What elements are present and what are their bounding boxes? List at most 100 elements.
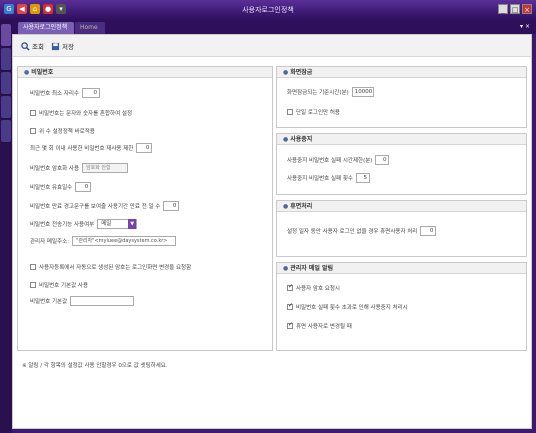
mail-item-row: 휴면 사용자로 변경될 때: [287, 321, 352, 330]
bullet-icon: ●: [283, 136, 289, 143]
tab-controls[interactable]: ▾ ×: [520, 23, 530, 30]
send-select[interactable]: 메일 ▼: [97, 219, 138, 229]
min-length-row: 비밀번호 최소 자리수 0: [30, 88, 101, 98]
user-lock-time-row: 사용중지 비밀번호 실패 시간제한(분) 0: [287, 155, 390, 165]
mail-item-checkbox[interactable]: [287, 302, 293, 310]
user-lock-time-label: 사용중지 비밀번호 실패 시간제한(분): [287, 158, 373, 164]
fail-count-row: 사용중지 비밀번호 실패 횟수 5: [287, 173, 370, 183]
expire-label: 비밀번호 유효일수: [30, 185, 73, 191]
close-button[interactable]: ×: [522, 4, 532, 14]
login-release-checkbox[interactable]: [287, 109, 293, 115]
send-select-value: 메일: [101, 221, 112, 227]
mix-checkbox[interactable]: [30, 110, 36, 116]
screen-lock-panel: ● 화면잠금 화면잠금되는 기준시간(분) 10000 단일 로그인만 허용: [276, 66, 527, 128]
reuse-label: 최근 몇 회 이내 사용한 비밀번호 재사용 제한: [30, 146, 134, 152]
mail-item-row: 비밀번호 실패 횟수 초과로 인해 사용중지 처리시: [287, 302, 408, 311]
tab-login-policy[interactable]: 사용자로그인정책 ×: [18, 22, 74, 43]
user-lock-title: 사용중지: [290, 136, 313, 143]
bullet-icon: ●: [283, 265, 289, 272]
mail-item-checkbox[interactable]: [287, 283, 293, 291]
window-title: 사용자로그인정책: [242, 6, 294, 14]
bullet-icon: ●: [283, 203, 289, 210]
expire-input[interactable]: 0: [75, 182, 92, 192]
default-value-label: 비밀번호 기본값: [30, 299, 68, 305]
bullet-icon: ●: [24, 69, 30, 76]
dormant-panel: ● 휴면처리 설정 일자 동안 사용자 로그인 없을 경우 휴면사용자 처리 0: [276, 200, 527, 257]
login-release-label: 단일 로그인만 허용: [296, 110, 340, 116]
default-row: 비밀번호 기본값 사용: [30, 281, 88, 289]
default-checkbox[interactable]: [30, 282, 36, 288]
reuse-row: 최근 몇 회 이내 사용한 비밀번호 재사용 제한 0: [30, 143, 153, 153]
screen-lock-title: 화면잠금: [290, 69, 313, 76]
login-release-row: 단일 로그인만 허용: [287, 108, 340, 116]
user-lock-header: ● 사용중지: [277, 134, 526, 145]
mail-item-label: 비밀번호 실패 횟수 초과로 인해 사용중지 처리시: [296, 305, 408, 311]
admin-mail-panel: ●관리자 메일 알림 사용자 암호 요청시 비밀번호 실패 횟수 초과로 인해 …: [276, 262, 527, 351]
tab-login-policy-label: 사용자로그인정책: [23, 24, 68, 31]
min-length-input[interactable]: 0: [82, 88, 101, 98]
mix-row: 비밀번호는 문자와 숫자를 혼합하여 설정: [30, 109, 132, 117]
default-value-row: 비밀번호 기본값: [30, 296, 135, 306]
search-icon: [21, 41, 30, 51]
left-side-strip: [0, 20, 12, 433]
notice-days-input[interactable]: 0: [163, 201, 180, 211]
expire-row: 비밀번호 유효일수 0: [30, 182, 92, 192]
lock-time-row: 화면잠금되는 기준시간(분) 10000: [287, 87, 374, 97]
apply-after-checkbox[interactable]: [30, 128, 36, 134]
search-button-label: 조회: [32, 43, 44, 51]
admin-mail-header: ● 관리자 메일 알림: [277, 263, 526, 274]
reuse-input[interactable]: 0: [136, 143, 153, 153]
bullet-icon: ●: [283, 69, 289, 76]
save-button[interactable]: 저장: [51, 41, 74, 51]
mail-item-checkbox[interactable]: [287, 321, 293, 329]
user-lock-time-input[interactable]: 0: [375, 155, 390, 165]
dormant-days-row: 설정 일자 동안 사용자 로그인 없을 경우 휴면사용자 처리 0: [287, 226, 437, 236]
main-content: 조회 저장 ● 비밀번호 비밀번호 최소 자리수 0 비밀번호는 문자와 숫자를 …: [12, 34, 532, 429]
mail-item-row: 사용자 암호 요청시: [287, 283, 340, 292]
password-panel-title: 비밀번호: [31, 69, 54, 76]
admin-mail-row: 관리자 메일주소: "관리자"<myluee@daysystem.co.kr>: [30, 236, 177, 246]
footnote: ※ 알림 / 각 항목의 설정값 사용 안할경우 0으로 값 셋팅하세요.: [22, 363, 168, 369]
force-change-label: 사용자등록에서 자동으로 생성된 암호는 로그인화면 변경을 요청함: [39, 265, 192, 271]
encrypt-row: 비밀번호 암호화 사용 암호화 안함: [30, 163, 129, 173]
side-tab-3[interactable]: [1, 72, 11, 94]
maximize-button[interactable]: □: [510, 4, 520, 14]
fail-count-input[interactable]: 5: [355, 173, 370, 183]
tab-bar: 사용자로그인정책 × Home ▾ ×: [12, 20, 536, 43]
dormant-header: ● 휴면처리: [277, 201, 526, 212]
mix-label: 비밀번호는 문자와 숫자를 혼합하여 설정: [39, 111, 133, 117]
default-label: 비밀번호 기본값 사용: [39, 283, 89, 289]
dormant-days-input[interactable]: 0: [420, 226, 437, 236]
lock-time-input[interactable]: 10000: [351, 87, 374, 97]
tab-home[interactable]: Home: [75, 22, 105, 34]
notice-days-row: 비밀번호 만료 경고문구를 보여줄 사용기간 만료 전 일 수 0: [30, 201, 180, 211]
chevron-down-icon[interactable]: ▼: [128, 219, 137, 229]
title-bar: G ◀ ⌂ ● ▾ 사용자로그인정책 _ □ ×: [0, 0, 536, 20]
side-tab-2[interactable]: [1, 48, 11, 70]
mail-item-label: 휴면 사용자로 변경될 때: [296, 324, 352, 330]
side-tab-4[interactable]: [1, 96, 11, 118]
admin-mail-input[interactable]: "관리자"<myluee@daysystem.co.kr>: [72, 236, 177, 246]
encrypt-select[interactable]: 암호화 안함: [82, 163, 129, 173]
send-row: 비밀번호 전송기능 사용여부 메일 ▼: [30, 219, 138, 229]
lock-time-label: 화면잠금되는 기준시간(분): [287, 90, 349, 96]
force-change-checkbox[interactable]: [30, 264, 36, 270]
toolbar: 조회 저장: [13, 35, 531, 57]
window-controls: _ □ ×: [498, 4, 532, 14]
encrypt-label: 비밀번호 암호화 사용: [30, 166, 80, 172]
default-value-input[interactable]: [70, 296, 135, 306]
admin-mail-title: 관리자 메일 알림: [290, 265, 334, 272]
dormant-title: 휴면처리: [290, 203, 313, 210]
side-tab-1[interactable]: [1, 24, 11, 46]
side-tab-5[interactable]: [1, 120, 11, 142]
search-button[interactable]: 조회: [21, 41, 44, 51]
password-panel: ● 비밀번호 비밀번호 최소 자리수 0 비밀번호는 문자와 숫자를 혼합하여 설…: [17, 66, 273, 351]
password-panel-header: ● 비밀번호: [18, 67, 272, 78]
screen-lock-header: ● 화면잠금: [277, 67, 526, 78]
save-icon: [51, 42, 60, 50]
min-length-label: 비밀번호 최소 자리수: [30, 91, 80, 97]
dormant-days-label: 설정 일자 동안 사용자 로그인 없을 경우 휴면사용자 처리: [287, 229, 418, 235]
minimize-button[interactable]: _: [498, 4, 508, 14]
admin-mail-label: 관리자 메일주소:: [30, 239, 70, 245]
user-lock-panel: ● 사용중지 사용중지 비밀번호 실패 시간제한(분) 0 사용중지 비밀번호 실…: [276, 133, 527, 195]
